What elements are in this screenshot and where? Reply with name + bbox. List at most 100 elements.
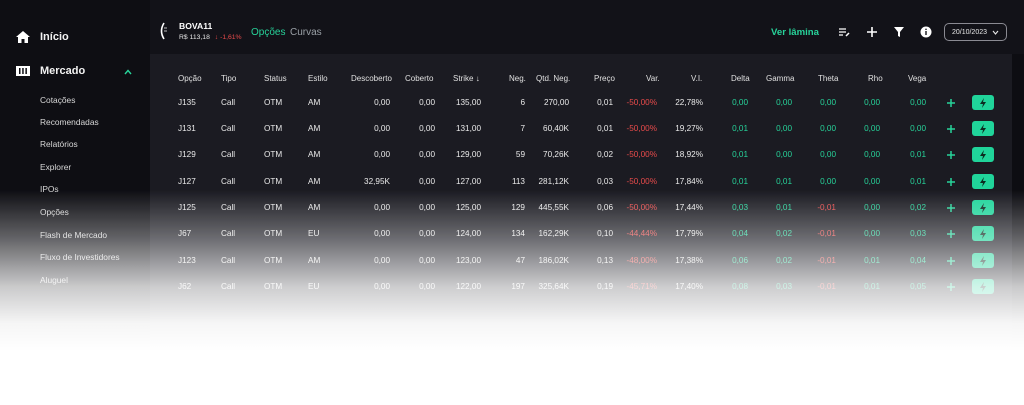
- tab-curvas[interactable]: Curvas: [290, 27, 322, 38]
- cell-opcao: J123: [178, 256, 196, 265]
- lightning-icon: [980, 255, 986, 266]
- cell-status: OTM: [264, 229, 283, 238]
- cell-opcao: J67: [178, 229, 192, 238]
- arrow-down-icon: ↓: [214, 34, 219, 41]
- cell-vega: 0,00: [910, 124, 926, 133]
- date-picker[interactable]: 20/10/2023: [944, 23, 1007, 41]
- add-icon[interactable]: [946, 282, 956, 292]
- filter-icon[interactable]: [893, 26, 905, 38]
- lightning-icon: [980, 202, 986, 213]
- sidebar-item-home[interactable]: Início: [16, 31, 69, 43]
- col-header-status[interactable]: Status: [264, 74, 287, 83]
- col-header-rho[interactable]: Rho: [868, 74, 883, 83]
- cell-vega: 0,05: [910, 282, 926, 291]
- cell-vega: 0,00: [910, 98, 926, 107]
- col-header-var[interactable]: Var.: [646, 74, 660, 83]
- lightning-icon: [980, 149, 986, 160]
- col-header-strike-label: Strike: [453, 74, 474, 83]
- col-header-vega[interactable]: Vega: [908, 74, 926, 83]
- cell-vega: 0,04: [910, 256, 926, 265]
- price-change: ↓ -1,61%: [215, 34, 242, 41]
- add-icon[interactable]: [946, 177, 956, 187]
- price-value: R$ 113,18: [179, 34, 210, 41]
- quick-trade-button[interactable]: [972, 279, 994, 294]
- cell-tipo: Call: [221, 124, 236, 133]
- cell-status: OTM: [264, 98, 283, 107]
- cell-vega: 0,03: [910, 229, 926, 238]
- sidebar-item-label: Início: [40, 31, 69, 43]
- cell-vega: 0,01: [910, 177, 926, 186]
- add-icon[interactable]: [946, 203, 956, 213]
- col-header-theta[interactable]: Theta: [818, 74, 838, 83]
- add-icon[interactable]: [946, 256, 956, 266]
- sort-arrow-icon: ↓: [475, 74, 480, 83]
- lightning-icon: [980, 228, 986, 239]
- lightning-icon: [980, 123, 986, 134]
- ver-lamina-link[interactable]: Ver lâmina: [771, 27, 819, 38]
- chevron-up-icon[interactable]: [124, 68, 132, 76]
- quick-trade-button[interactable]: [972, 95, 994, 110]
- col-header-strike[interactable]: Strike ↓: [453, 74, 480, 83]
- cell-opcao: J125: [178, 203, 196, 212]
- quick-trade-button[interactable]: [972, 147, 994, 162]
- cell-estilo: AM: [308, 98, 321, 107]
- cell-estilo: AM: [308, 150, 321, 159]
- sidebar-sub-item-fluxo[interactable]: Fluxo de Investidores: [40, 252, 120, 262]
- cell-status: OTM: [264, 177, 283, 186]
- cell-tipo: Call: [221, 177, 236, 186]
- col-header-gamma[interactable]: Gamma: [766, 74, 794, 83]
- sidebar-sub-item-explorer[interactable]: Explorer: [40, 162, 71, 172]
- tab-opcoes[interactable]: Opções: [251, 27, 285, 38]
- chevron-down-icon: [992, 30, 999, 35]
- sidebar-sub-item-ipos[interactable]: IPOs: [40, 184, 59, 194]
- sidebar-item-market[interactable]: Mercado: [16, 65, 85, 77]
- cell-estilo: EU: [308, 282, 320, 291]
- price-change-value: -1,61%: [220, 34, 242, 41]
- lightning-icon: [980, 176, 986, 187]
- col-header-neg[interactable]: Neg.: [509, 74, 526, 83]
- col-header-descoberto[interactable]: Descoberto: [351, 74, 392, 83]
- cell-status: OTM: [264, 150, 283, 159]
- col-header-qtd-neg[interactable]: Qtd. Neg.: [536, 74, 570, 83]
- sidebar-sub-item-recomendadas[interactable]: Recomendadas: [40, 117, 99, 127]
- add-icon[interactable]: [946, 124, 956, 134]
- quick-trade-button[interactable]: [972, 226, 994, 241]
- sidebar-sub-item-opcoes[interactable]: Opções: [40, 207, 69, 217]
- cell-opcao: J131: [178, 124, 196, 133]
- add-icon[interactable]: [866, 26, 878, 38]
- col-header-opcao[interactable]: Opção: [178, 74, 202, 83]
- header: BOVA11 R$ 113,18 ↓ -1,61% Opções Curvas …: [150, 0, 1024, 54]
- sidebar-item-label: Mercado: [40, 65, 86, 77]
- sidebar-sub-item-aluguel[interactable]: Aluguel: [40, 275, 68, 285]
- cell-opcao: J135: [178, 98, 196, 107]
- col-header-estilo[interactable]: Estilo: [308, 74, 328, 83]
- ticker-price: R$ 113,18 ↓ -1,61%: [179, 34, 242, 41]
- lightning-icon: [980, 97, 986, 108]
- quick-trade-button[interactable]: [972, 253, 994, 268]
- sidebar-sub-item-cotacoes[interactable]: Cotações: [40, 95, 75, 105]
- col-header-tipo[interactable]: Tipo: [221, 74, 236, 83]
- add-icon[interactable]: [946, 98, 956, 108]
- cell-vega: 0,02: [910, 203, 926, 212]
- sidebar-sub-item-relatorios[interactable]: Relatórios: [40, 139, 78, 149]
- col-header-vi[interactable]: V.I.: [691, 74, 702, 83]
- quick-trade-button[interactable]: [972, 121, 994, 136]
- sidebar: Início Mercado Cotações Recomendadas Rel…: [0, 0, 150, 405]
- info-icon[interactable]: [920, 26, 932, 38]
- cell-status: OTM: [264, 256, 283, 265]
- col-header-delta[interactable]: Delta: [731, 74, 750, 83]
- cell-estilo: EU: [308, 229, 320, 238]
- cell-estilo: AM: [308, 203, 321, 212]
- sidebar-sub-item-flash[interactable]: Flash de Mercado: [40, 230, 107, 240]
- cell-tipo: Call: [221, 229, 236, 238]
- cell-estilo: AM: [308, 177, 321, 186]
- col-header-coberto[interactable]: Coberto: [405, 74, 433, 83]
- quick-trade-button[interactable]: [972, 174, 994, 189]
- quick-trade-button[interactable]: [972, 200, 994, 215]
- edit-list-icon[interactable]: [838, 26, 850, 38]
- add-icon[interactable]: [946, 229, 956, 239]
- col-header-preco[interactable]: Preço: [594, 74, 615, 83]
- cell-tipo: Call: [221, 98, 236, 107]
- add-icon[interactable]: [946, 150, 956, 160]
- cell-opcao: J127: [178, 177, 196, 186]
